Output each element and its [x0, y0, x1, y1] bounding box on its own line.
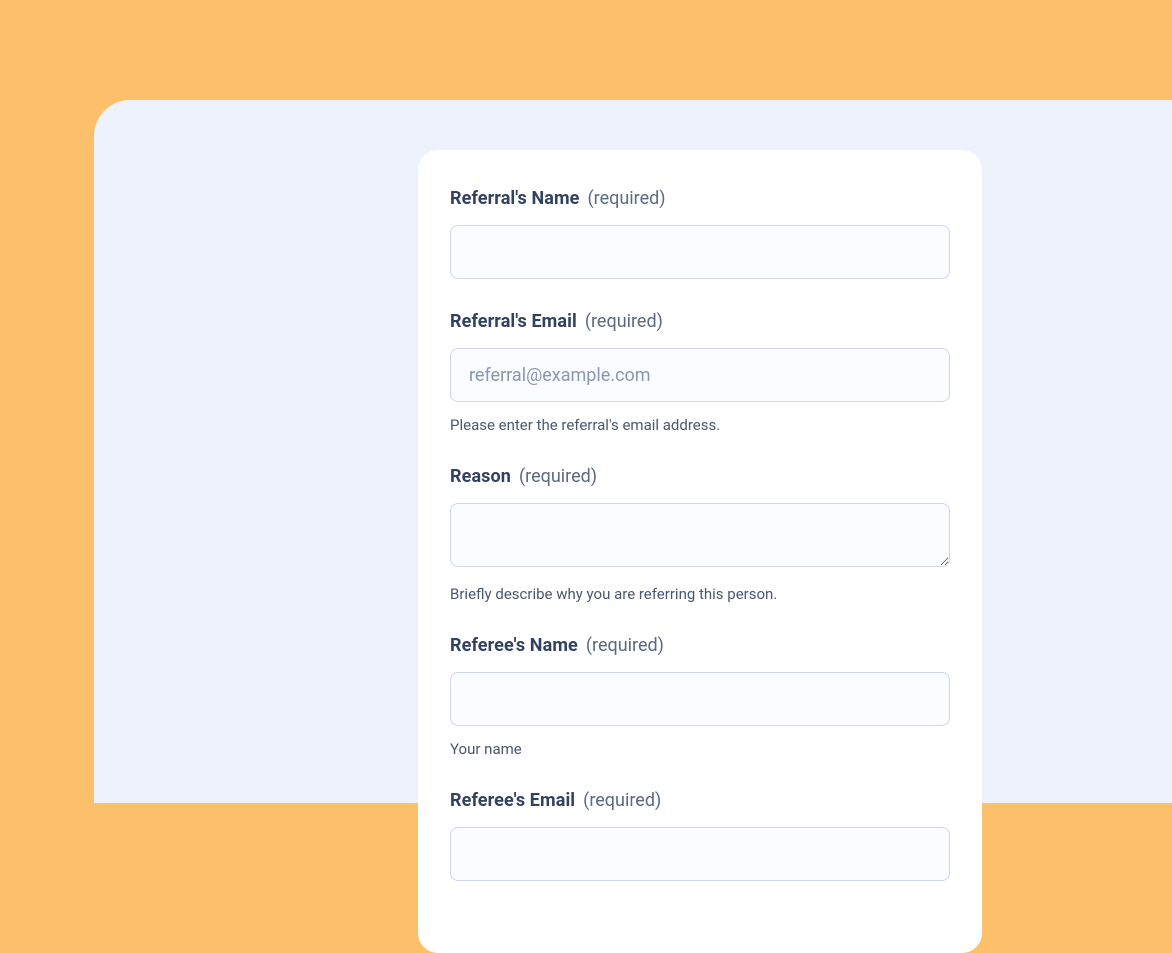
- field-referee-name: Referee's Name (required) Your name: [450, 635, 950, 758]
- referee-name-label: Referee's Name: [450, 635, 578, 656]
- reason-label: Reason: [450, 466, 511, 487]
- referral-name-input[interactable]: [450, 225, 950, 279]
- reason-textarea[interactable]: [450, 503, 950, 567]
- required-indicator: (required): [585, 311, 663, 332]
- label-row: Referee's Name (required): [450, 635, 950, 656]
- required-indicator: (required): [583, 790, 661, 811]
- label-row: Referral's Name (required): [450, 188, 950, 209]
- required-indicator: (required): [519, 466, 597, 487]
- field-referee-email: Referee's Email (required): [450, 790, 950, 881]
- field-reason: Reason (required) Briefly describe why y…: [450, 466, 950, 603]
- label-row: Reason (required): [450, 466, 950, 487]
- referee-email-input[interactable]: [450, 827, 950, 881]
- label-row: Referee's Email (required): [450, 790, 950, 811]
- field-referral-email: Referral's Email (required) Please enter…: [450, 311, 950, 434]
- page-surface: Referral's Name (required) Referral's Em…: [94, 100, 1172, 803]
- referral-email-input[interactable]: [450, 348, 950, 402]
- referee-name-help: Your name: [450, 740, 950, 758]
- reason-help: Briefly describe why you are referring t…: [450, 585, 950, 603]
- referral-email-help: Please enter the referral's email addres…: [450, 416, 950, 434]
- required-indicator: (required): [586, 635, 664, 656]
- referee-email-label: Referee's Email: [450, 790, 575, 811]
- label-row: Referral's Email (required): [450, 311, 950, 332]
- field-referral-name: Referral's Name (required): [450, 188, 950, 279]
- form-card: Referral's Name (required) Referral's Em…: [418, 150, 982, 953]
- referee-name-input[interactable]: [450, 672, 950, 726]
- referral-name-label: Referral's Name: [450, 188, 579, 209]
- required-indicator: (required): [587, 188, 665, 209]
- referral-email-label: Referral's Email: [450, 311, 577, 332]
